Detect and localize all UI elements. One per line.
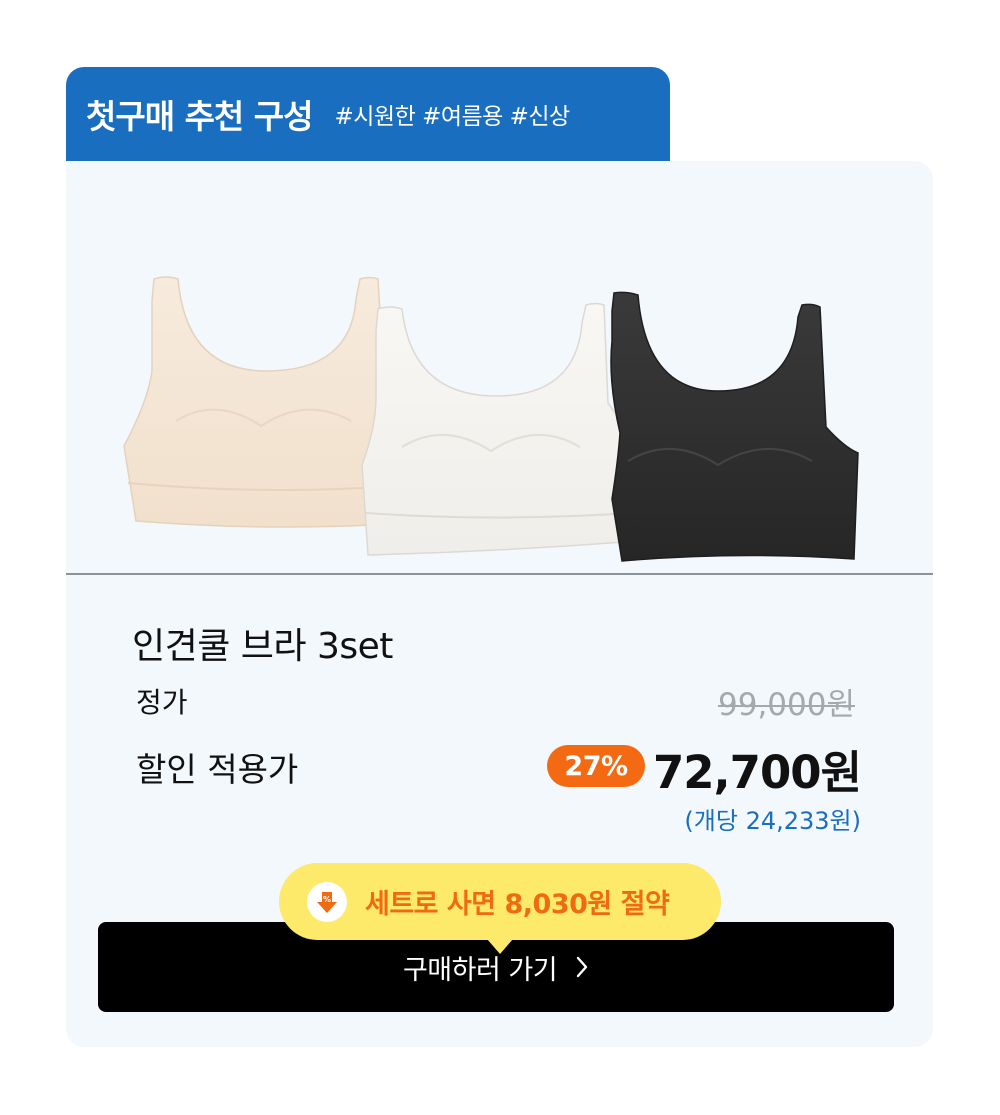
- product-page: 첫구매 추천 구성 #시원한 #여름용 #신상 인견쿨 브라 3set 정가 9…: [0, 0, 1000, 1115]
- header-tags: #시원한 #여름용 #신상: [334, 104, 571, 130]
- buy-button-label: 구매하러 가기: [402, 954, 558, 986]
- header-tab: 첫구매 추천 구성 #시원한 #여름용 #신상: [66, 67, 670, 161]
- regular-price: 99,000원: [718, 687, 855, 723]
- sale-price: 72,700원: [652, 746, 862, 799]
- regular-price-label: 정가: [136, 686, 188, 719]
- savings-bubble: % 세트로 사면 8,030원 절약: [279, 863, 721, 954]
- savings-text: 세트로 사면 8,030원 절약: [365, 889, 670, 920]
- discount-badge: 27%: [547, 745, 645, 787]
- percent-down-icon: %: [307, 881, 347, 922]
- chevron-right-icon: [575, 955, 589, 979]
- product-name: 인견쿨 브라 3set: [132, 626, 393, 667]
- svg-text:%: %: [323, 895, 331, 904]
- black-bra: [610, 291, 859, 562]
- sale-price-label: 할인 적용가: [136, 750, 299, 789]
- product-image[interactable]: [106, 221, 886, 581]
- unit-price: (개당 24,233원): [684, 807, 861, 835]
- divider: [66, 573, 933, 575]
- header-title: 첫구매 추천 구성: [86, 97, 313, 136]
